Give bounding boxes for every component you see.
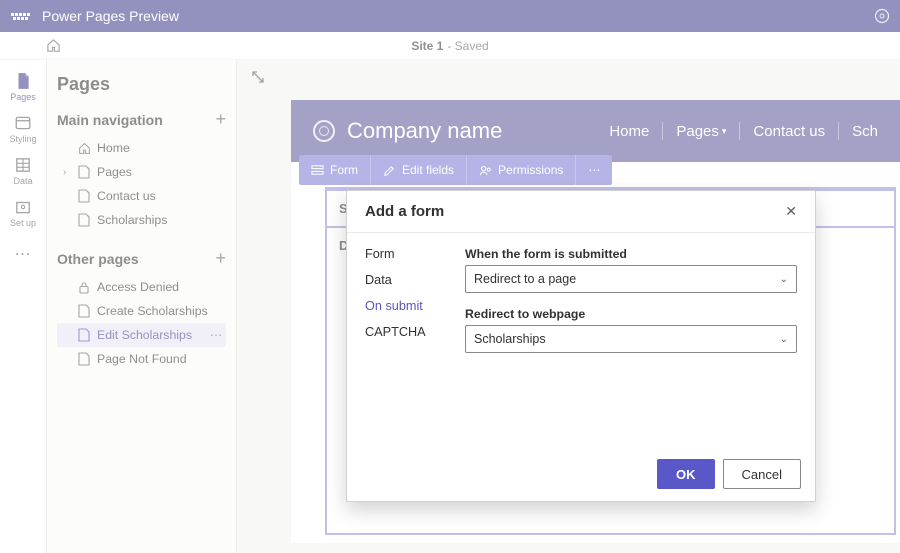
field-label-on-submit: When the form is submitted (465, 247, 797, 261)
tab-captcha[interactable]: CAPTCHA (365, 325, 465, 339)
chevron-down-icon: ⌄ (780, 334, 788, 345)
tab-form[interactable]: Form (365, 247, 465, 261)
dialog-header: Add a form ✕ (347, 191, 815, 233)
cancel-button[interactable]: Cancel (723, 459, 801, 489)
ok-button[interactable]: OK (657, 459, 715, 489)
tab-data[interactable]: Data (365, 273, 465, 287)
field-label-redirect-page: Redirect to webpage (465, 307, 797, 321)
select-on-submit-action[interactable]: Redirect to a page ⌄ (465, 265, 797, 293)
dialog-title: Add a form (365, 203, 444, 220)
chevron-down-icon: ⌄ (780, 274, 788, 285)
dialog-footer: OK Cancel (347, 449, 815, 501)
select-value: Scholarships (474, 332, 546, 346)
add-form-dialog: Add a form ✕ Form Data On submit CAPTCHA… (346, 190, 816, 502)
select-redirect-webpage[interactable]: Scholarships ⌄ (465, 325, 797, 353)
dialog-tabs: Form Data On submit CAPTCHA (365, 247, 465, 449)
tab-on-submit[interactable]: On submit (365, 299, 465, 313)
close-icon[interactable]: ✕ (785, 203, 797, 220)
select-value: Redirect to a page (474, 272, 576, 286)
